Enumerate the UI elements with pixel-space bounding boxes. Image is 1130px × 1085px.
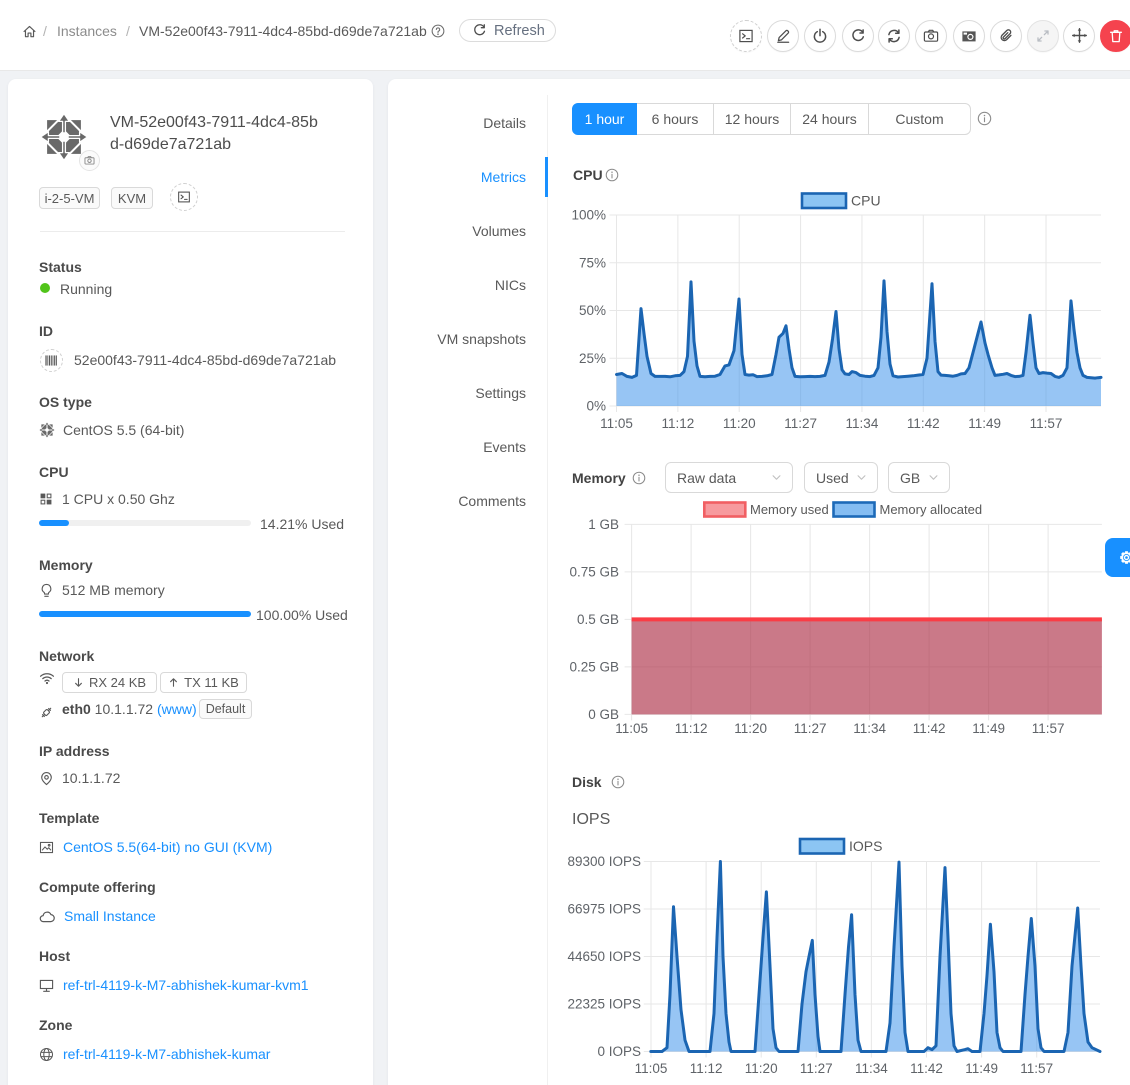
- svg-text:11:49: 11:49: [968, 416, 1001, 431]
- svg-text:11:57: 11:57: [1032, 721, 1065, 736]
- svg-text:22325 IOPS: 22325 IOPS: [567, 997, 641, 1012]
- svg-text:11:49: 11:49: [965, 1061, 998, 1076]
- svg-text:11:20: 11:20: [745, 1061, 778, 1076]
- svg-text:100%: 100%: [571, 208, 606, 223]
- svg-text:11:27: 11:27: [784, 416, 817, 431]
- svg-text:0%: 0%: [586, 399, 606, 414]
- svg-text:11:12: 11:12: [661, 416, 694, 431]
- svg-text:11:42: 11:42: [910, 1061, 943, 1076]
- svg-text:11:05: 11:05: [615, 721, 648, 736]
- svg-text:1 GB: 1 GB: [588, 517, 619, 532]
- svg-text:0.75 GB: 0.75 GB: [569, 564, 619, 579]
- svg-text:0.25 GB: 0.25 GB: [569, 659, 619, 674]
- svg-text:Memory allocated: Memory allocated: [880, 502, 983, 517]
- svg-text:89300 IOPS: 89300 IOPS: [567, 854, 641, 869]
- svg-text:75%: 75%: [579, 255, 606, 270]
- svg-text:11:20: 11:20: [723, 416, 756, 431]
- svg-text:11:34: 11:34: [846, 416, 879, 431]
- svg-text:11:42: 11:42: [907, 416, 940, 431]
- svg-text:Memory used: Memory used: [750, 502, 829, 517]
- svg-text:50%: 50%: [579, 303, 606, 318]
- svg-text:25%: 25%: [579, 351, 606, 366]
- svg-text:CPU: CPU: [851, 193, 881, 209]
- svg-text:11:34: 11:34: [855, 1061, 888, 1076]
- svg-text:11:12: 11:12: [690, 1061, 723, 1076]
- svg-text:IOPS: IOPS: [849, 838, 882, 854]
- svg-text:11:42: 11:42: [913, 721, 946, 736]
- svg-text:11:57: 11:57: [1020, 1061, 1053, 1076]
- svg-text:11:20: 11:20: [734, 721, 767, 736]
- svg-text:11:05: 11:05: [600, 416, 633, 431]
- svg-text:0 IOPS: 0 IOPS: [597, 1044, 641, 1059]
- svg-text:11:34: 11:34: [853, 721, 886, 736]
- svg-text:0.5 GB: 0.5 GB: [577, 612, 619, 627]
- svg-text:11:05: 11:05: [635, 1061, 668, 1076]
- svg-text:11:49: 11:49: [972, 721, 1005, 736]
- svg-text:66975 IOPS: 66975 IOPS: [567, 902, 641, 917]
- svg-text:0 GB: 0 GB: [588, 707, 619, 722]
- svg-text:11:57: 11:57: [1030, 416, 1063, 431]
- svg-text:44650 IOPS: 44650 IOPS: [567, 949, 641, 964]
- svg-text:11:27: 11:27: [794, 721, 827, 736]
- svg-text:11:27: 11:27: [800, 1061, 833, 1076]
- svg-text:11:12: 11:12: [675, 721, 708, 736]
